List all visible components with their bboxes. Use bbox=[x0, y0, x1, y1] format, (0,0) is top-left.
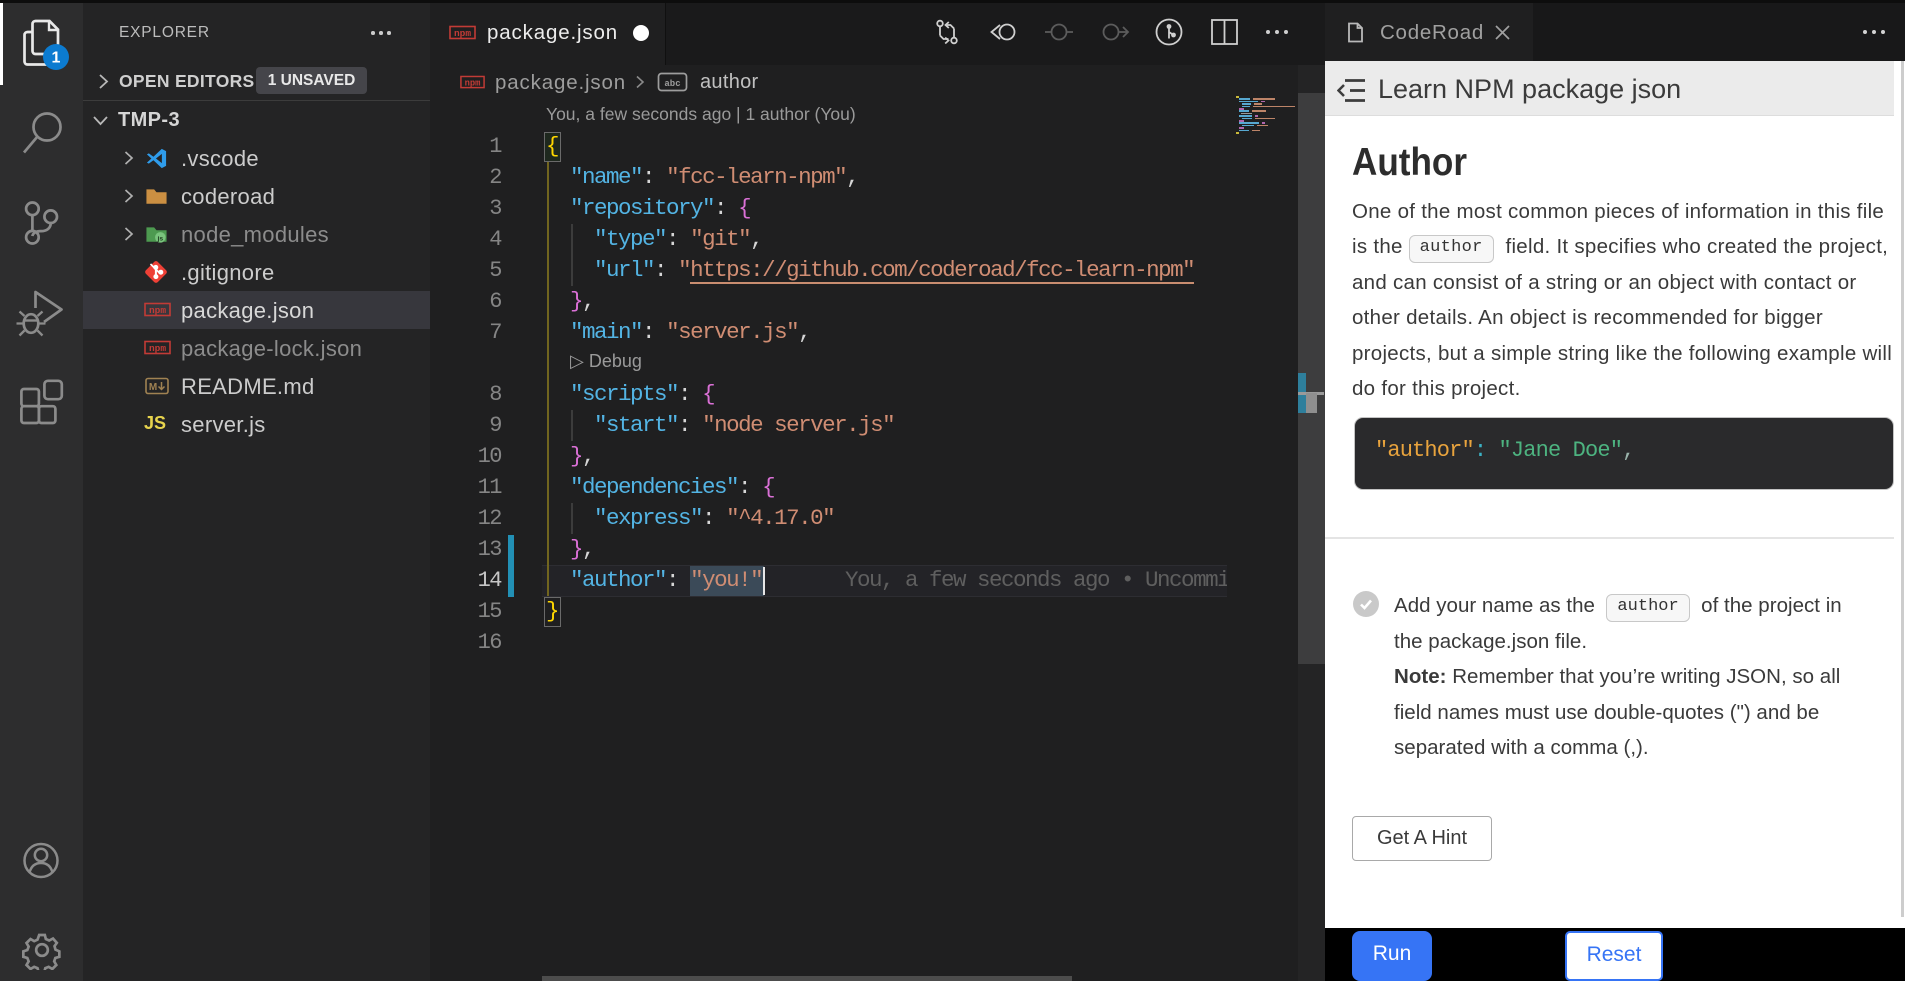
svg-text:npm: npm bbox=[149, 343, 166, 354]
svg-text:js: js bbox=[157, 235, 164, 242]
svg-text:M: M bbox=[149, 382, 157, 393]
svg-text:npm: npm bbox=[465, 78, 481, 88]
svg-text:abc: abc bbox=[664, 79, 680, 89]
svg-text:npm: npm bbox=[454, 28, 471, 39]
svg-text:1: 1 bbox=[52, 50, 61, 67]
svg-text:npm: npm bbox=[149, 305, 166, 316]
